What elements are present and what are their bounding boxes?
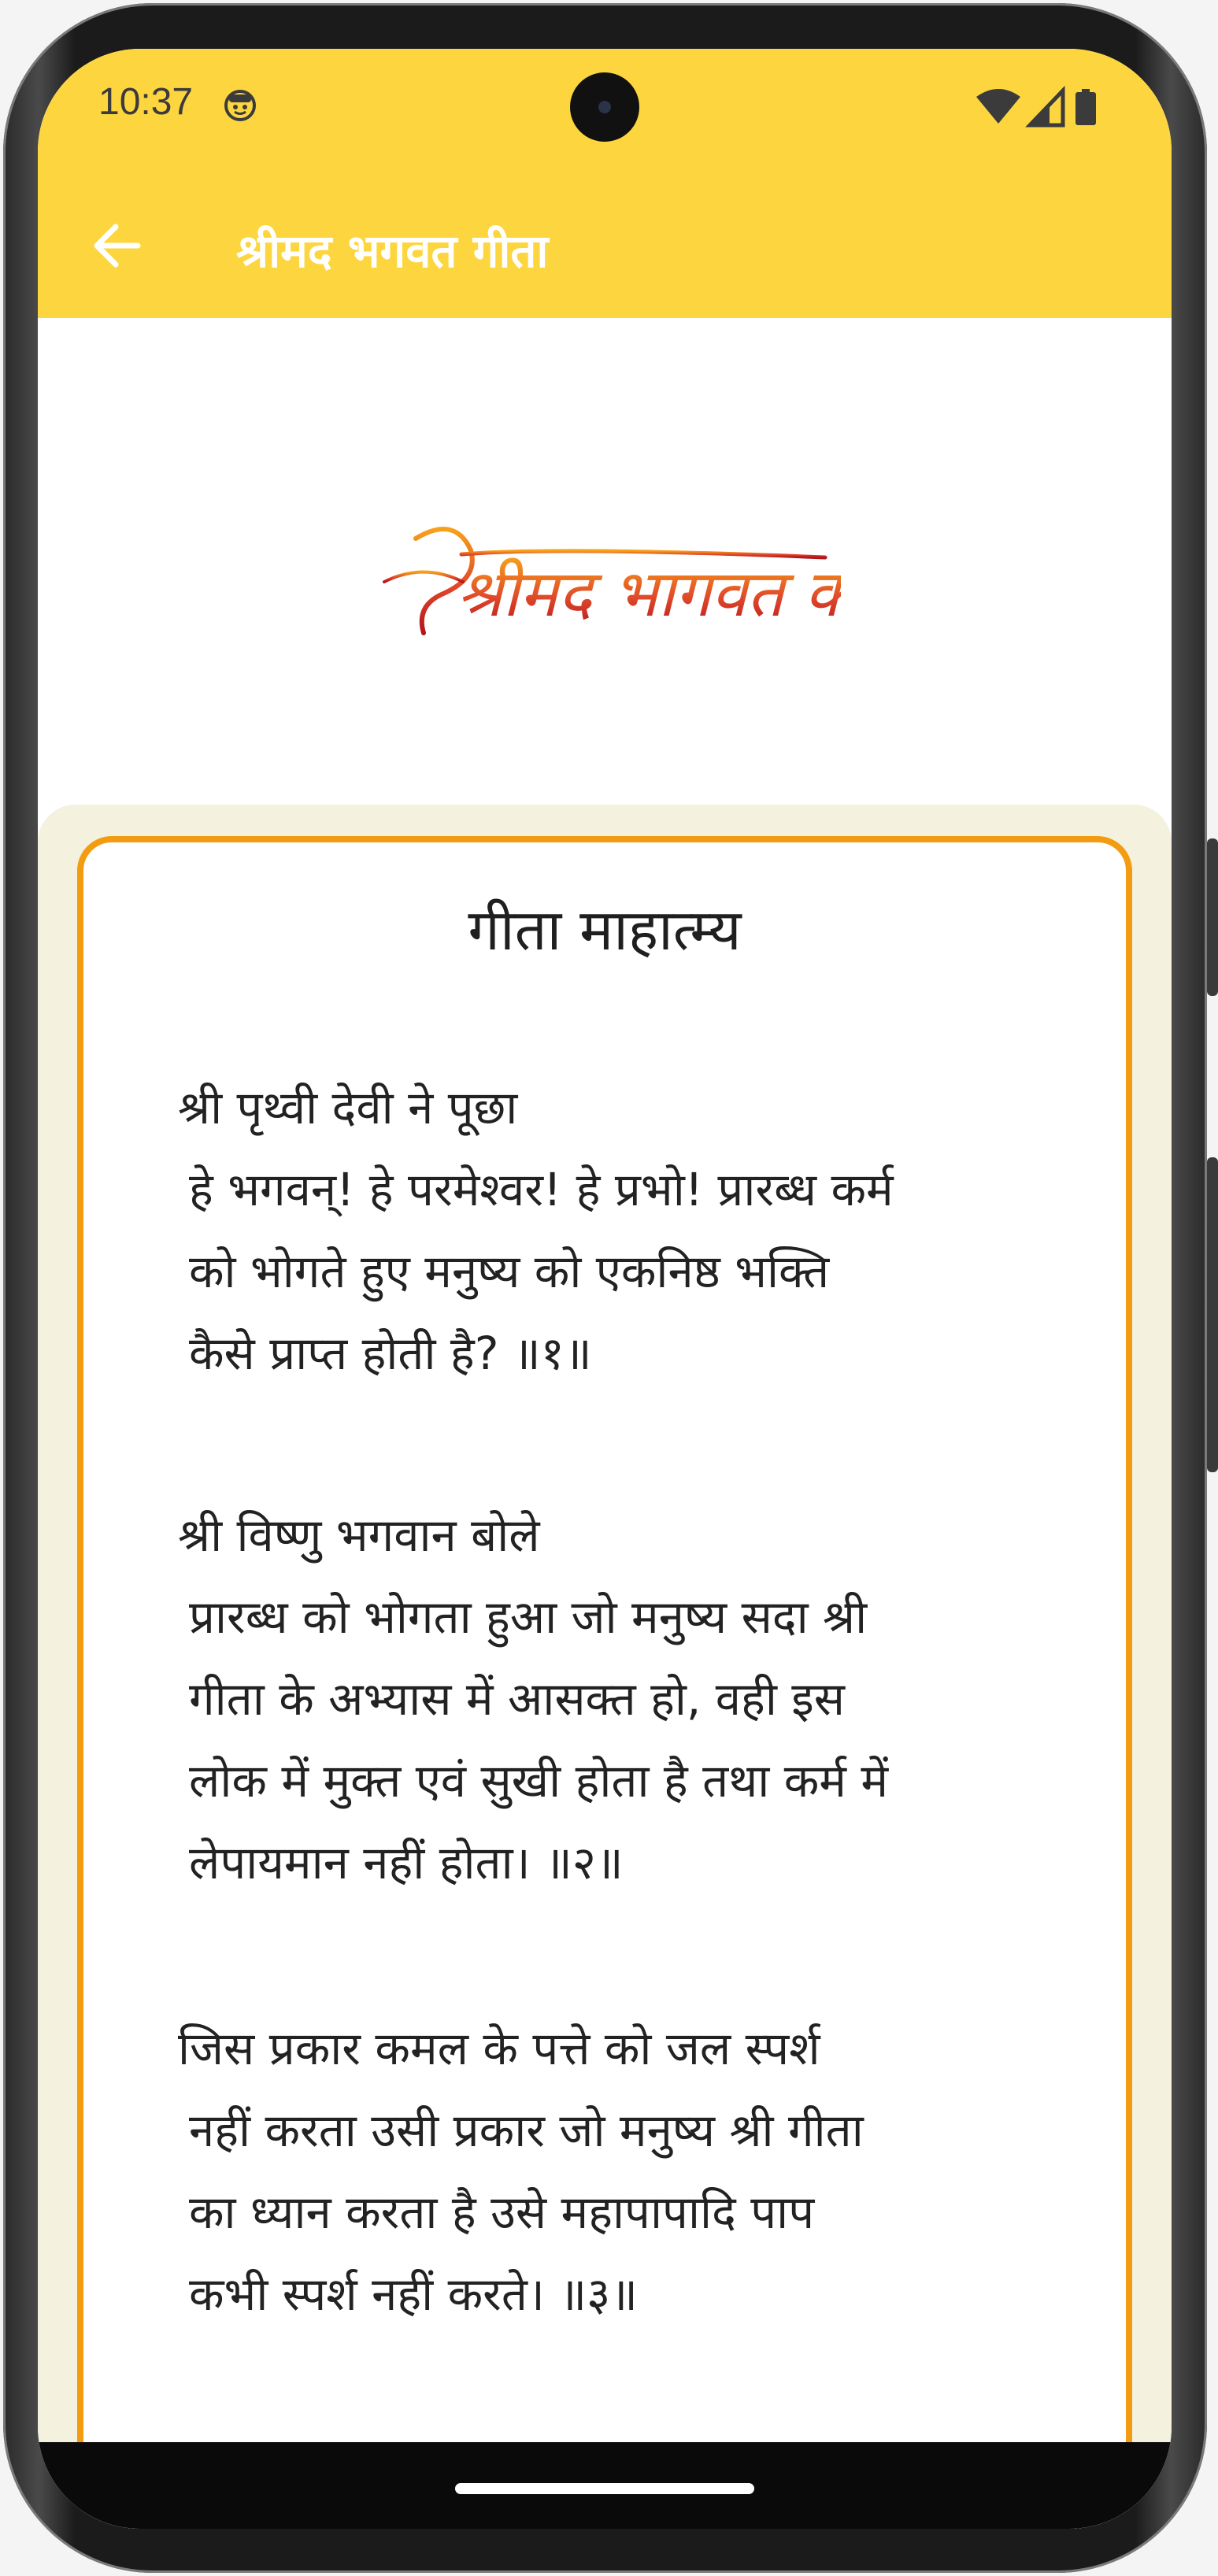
- device-frame: 10:37 श्रीमद भगवत गीता श्रीमद भागवत गीता…: [0, 0, 1218, 2576]
- signal-icon: [1025, 85, 1065, 128]
- calligraphy-logo: श्रीमद भागवत कथा: [383, 527, 841, 635]
- arrow-left-icon: [94, 224, 141, 268]
- verse-speaker: जिस प्रकार कमल के पत्ते को जल स्पर्श: [178, 2022, 820, 2075]
- mahatmya-card: गीता माहात्म्य श्री पृथ्वी देवी ने पूछा …: [77, 836, 1132, 2529]
- back-button[interactable]: [77, 206, 156, 285]
- front-camera: [570, 72, 639, 142]
- verse-speaker: श्री पृथ्वी देवी ने पूछा: [178, 1081, 518, 1134]
- verse-line: का ध्यान करता है उसे महापापादि पाप: [189, 2186, 815, 2239]
- verse-line: नहीं करता उसी प्रकार जो मनुष्य श्री गीता: [189, 2104, 864, 2157]
- verse-3: जिस प्रकार कमल के पत्ते को जल स्पर्श नही…: [178, 2008, 1083, 2335]
- status-icons: [976, 85, 1096, 128]
- power-button: [1207, 838, 1218, 996]
- home-gesture-handle[interactable]: [455, 2483, 754, 2494]
- status-time: 10:37: [98, 81, 194, 123]
- volume-button: [1207, 1157, 1218, 1472]
- verse-2: श्री विष्णु भगवान बोले प्रारब्ध को भोगता…: [178, 1494, 1083, 1904]
- app-header: 10:37 श्रीमद भगवत गीता: [38, 49, 1172, 318]
- verse-line: प्रारब्ध को भोगता हुआ जो मनुष्य सदा श्री: [189, 1590, 868, 1644]
- card-title: गीता माहात्म्य: [468, 897, 742, 963]
- verse-line: हे भगवन्! हे परमेश्वर! हे प्रभो! प्रारब्…: [189, 1163, 894, 1216]
- verse-line: गीता के अभ्यास में आसक्त हो, वही इस: [189, 1672, 845, 1726]
- verse-1: श्री पृथ्वी देवी ने पूछा हे भगवन्! हे पर…: [178, 1067, 1083, 1394]
- smiley-face-icon: [224, 90, 256, 121]
- battery-icon: [1075, 89, 1096, 125]
- system-nav-bar: [38, 2442, 1172, 2529]
- screen: 10:37 श्रीमद भगवत गीता श्रीमद भागवत गीता…: [38, 49, 1172, 2529]
- verse-line: को भोगते हुए मनुष्य को एकनिष्ठ भक्ति: [189, 1245, 830, 1298]
- verse-speaker: श्री विष्णु भगवान बोले: [178, 1508, 540, 1562]
- verse-line: कभी स्पर्श नहीं करते। ॥३॥: [189, 2267, 638, 2321]
- verse-line: लेपायमान नहीं होता। ॥२॥: [189, 1836, 624, 1889]
- banner: श्रीमद भागवत कथा: [38, 318, 1172, 822]
- logo-text: श्रीमद भागवत कथा: [457, 557, 841, 631]
- verse-line: कैसे प्राप्त होती है? ॥१॥: [189, 1327, 592, 1380]
- verse-line: लोक में मुक्त एवं सुखी होता है तथा कर्म …: [189, 1754, 889, 1808]
- page-title: श्रीमद भगवत गीता: [236, 224, 549, 278]
- wifi-icon: [976, 89, 1020, 124]
